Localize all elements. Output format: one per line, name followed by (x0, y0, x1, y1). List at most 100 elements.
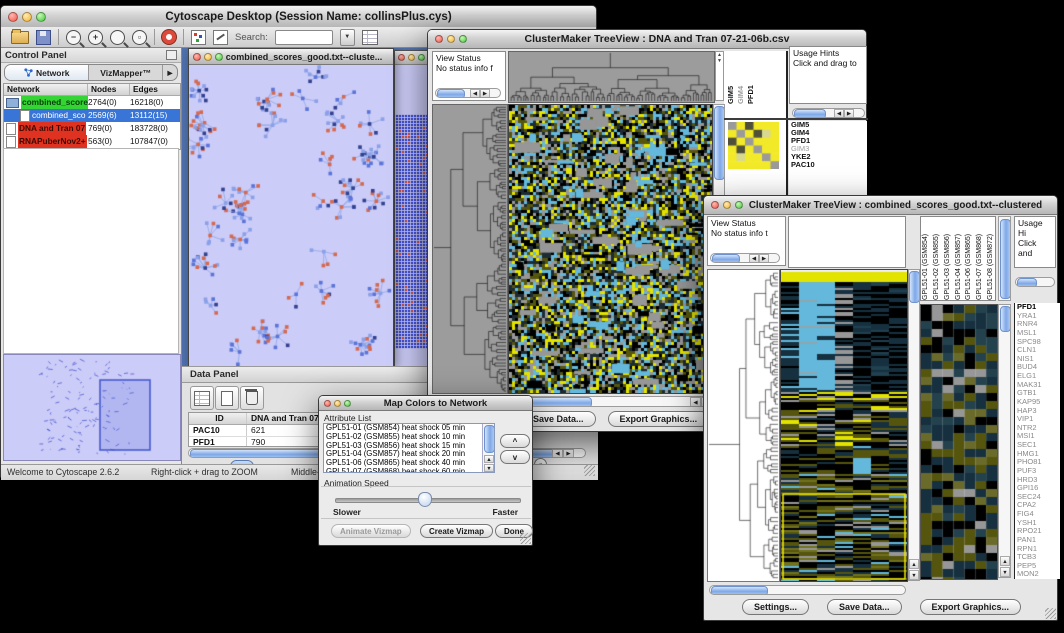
network-row-selected[interactable]: combined_sco 2569(6) 13112(15) (4, 109, 180, 122)
scrollbar-thumb[interactable] (1017, 278, 1037, 287)
column-label[interactable]: GPL51-03 (GSM856) (943, 217, 954, 300)
search-input[interactable] (275, 30, 333, 45)
tv2-status-scrollbar[interactable] (710, 253, 780, 263)
tv2-hints-scrollbar[interactable] (1015, 277, 1055, 287)
close-button[interactable] (324, 400, 331, 407)
birdseye-view[interactable] (3, 354, 181, 461)
network-row-rnapuber[interactable]: RNAPuberNov2+ 563(0) 107847(0) (4, 135, 180, 148)
network-view-window-1[interactable]: combined_scores_good.txt--cluste... (188, 48, 394, 366)
scroll-up-icon[interactable] (484, 455, 494, 463)
scroll-right-icon[interactable] (563, 449, 574, 458)
close-button[interactable] (398, 54, 405, 61)
zoom-button[interactable] (36, 12, 46, 22)
vizmapper-icon[interactable] (191, 30, 206, 45)
column-label[interactable]: GPL51-01 (GSM854) (921, 217, 932, 300)
scroll-down-icon[interactable] (909, 570, 919, 580)
tv2-vscrollbar[interactable] (908, 269, 920, 581)
treeview2-title-bar[interactable]: ClusterMaker TreeView : combined_scores_… (704, 196, 1057, 215)
close-button[interactable] (435, 35, 443, 43)
tv2-labels-scrollbar[interactable] (998, 216, 1011, 301)
list-scrollbar[interactable] (482, 424, 494, 472)
move-up-button[interactable]: ^ (500, 434, 530, 448)
tv1-status-scrollbar[interactable] (435, 88, 501, 98)
attribute-select-button[interactable] (190, 386, 214, 410)
help-lifering-icon[interactable] (162, 30, 176, 44)
search-dropdown-button[interactable]: ▼ (340, 29, 355, 46)
tab-network[interactable]: Network (5, 65, 89, 80)
zoom-button[interactable] (344, 400, 351, 407)
minimize-button[interactable] (408, 54, 415, 61)
network-row-combined-scores[interactable]: combined_scores_ 2764(0) 16218(0) (4, 96, 180, 109)
scroll-down-icon[interactable] (1000, 567, 1010, 577)
zoom-button[interactable] (735, 201, 743, 209)
scroll-left-icon[interactable] (834, 109, 844, 118)
scroll-up-icon[interactable] (1000, 556, 1010, 566)
tv1-row-dendrogram[interactable] (432, 104, 508, 394)
animation-speed-slider-thumb[interactable] (418, 492, 432, 507)
col-nodes[interactable]: Nodes (88, 84, 130, 95)
column-label[interactable]: GIM4 (736, 51, 746, 104)
dialog-title-bar[interactable]: Map Colors to Network (319, 396, 532, 411)
tab-overflow-button[interactable]: ▶ (163, 65, 177, 80)
col-edges[interactable]: Edges (130, 84, 178, 95)
resize-grip[interactable] (1045, 608, 1056, 619)
tv2-row-dendrogram[interactable] (707, 269, 780, 582)
animate-vizmap-button[interactable]: Animate Vizmap (331, 524, 411, 538)
column-label[interactable]: PFD1 (746, 51, 754, 104)
zoom-selected-icon[interactable]: ▫ (132, 30, 147, 45)
tv1-hints-scrollbar[interactable] (792, 108, 865, 118)
tab-vizmapper[interactable]: VizMapper™ (89, 65, 163, 80)
scroll-right-icon[interactable] (759, 254, 769, 263)
scroll-left-icon[interactable] (552, 449, 563, 458)
attribute-item[interactable]: GPL51-07 (GSM868) heat shock 60 min (324, 468, 494, 473)
zoom-fit-icon[interactable] (110, 30, 125, 45)
minimize-button[interactable] (334, 400, 341, 407)
zoom-button[interactable] (459, 35, 467, 43)
minimize-button[interactable] (22, 12, 32, 22)
network-graph-canvas[interactable] (189, 65, 393, 366)
scrollbar-thumb[interactable] (712, 254, 740, 263)
scrollbar-thumb[interactable] (909, 271, 920, 303)
open-file-icon[interactable] (11, 31, 29, 44)
tv2-action-button[interactable]: Save Data... (827, 599, 902, 615)
resize-grip[interactable] (584, 465, 595, 476)
create-vizmap-button[interactable]: Create Vizmap (420, 524, 493, 538)
scroll-left-icon[interactable] (470, 89, 480, 98)
tv2-action-button[interactable]: Export Graphics... (920, 599, 1022, 615)
minimize-button[interactable] (723, 201, 731, 209)
tv1-column-dendrogram[interactable] (508, 51, 715, 103)
delete-attribute-button[interactable] (240, 386, 264, 410)
annotation-icon[interactable] (213, 30, 228, 45)
scroll-up-icon[interactable] (909, 559, 919, 569)
close-button[interactable] (8, 12, 18, 22)
zoom-button[interactable] (215, 53, 223, 61)
close-button[interactable] (711, 201, 719, 209)
tv2-action-button[interactable]: Settings... (742, 599, 809, 615)
tv2-heatmap[interactable] (780, 269, 908, 582)
column-label[interactable]: GPL51-08 (GSM872) (986, 217, 996, 300)
scroll-left-icon[interactable] (690, 397, 701, 407)
scrollbar-thumb[interactable] (1000, 219, 1011, 299)
tv1-splitter-strip[interactable]: ▲▼ (715, 51, 724, 101)
new-attribute-button[interactable] (215, 386, 239, 410)
column-label[interactable]: GPL51-06 (GSM865) (964, 217, 975, 300)
main-title-bar[interactable]: Cytoscape Desktop (Session Name: collins… (1, 6, 596, 28)
scroll-left-icon[interactable] (749, 254, 759, 263)
zoom-out-icon[interactable]: − (66, 30, 81, 45)
tv1-correlation-matrix[interactable] (728, 122, 779, 169)
scrollbar-thumb[interactable] (711, 586, 768, 595)
column-label[interactable]: GPL51-02 (GSM855) (932, 217, 943, 300)
minimize-button[interactable] (447, 35, 455, 43)
scroll-right-icon[interactable] (844, 109, 854, 118)
zoom-in-icon[interactable]: + (88, 30, 103, 45)
network-view-2-title-bar[interactable] (395, 51, 431, 65)
scroll-right-icon[interactable] (480, 89, 490, 98)
gene-label[interactable]: MON2 (1015, 570, 1060, 579)
minimize-button[interactable] (204, 53, 212, 61)
tv2-zoom-scrollbar[interactable] (998, 304, 1011, 578)
tv1-heatmap[interactable] (508, 104, 713, 394)
network-view-1-title-bar[interactable]: combined_scores_good.txt--cluste... (189, 49, 393, 65)
column-label[interactable]: GIM5 (726, 51, 736, 104)
scrollbar-thumb[interactable] (484, 425, 494, 453)
close-button[interactable] (193, 53, 201, 61)
